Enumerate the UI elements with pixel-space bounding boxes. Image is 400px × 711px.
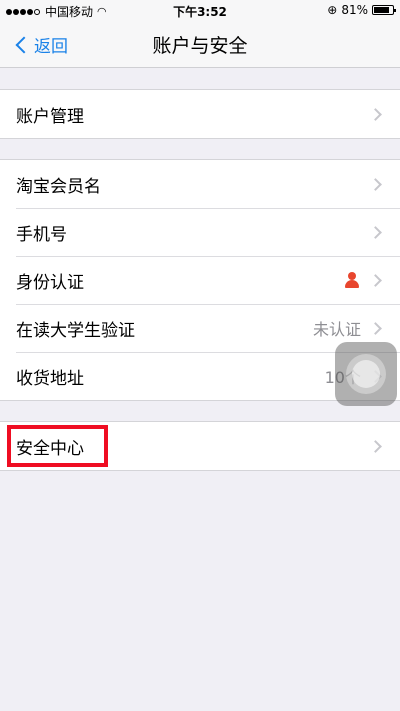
assistive-touch-button[interactable] [335,342,397,406]
settings-group-account: 账户管理 [0,89,400,139]
assistive-center-icon [352,360,380,388]
chevron-right-icon [369,177,382,191]
row-identity-verification[interactable]: 身份认证 [0,256,400,304]
navigation-bar: 返回 账户与安全 [0,20,400,68]
battery-icon [372,5,396,15]
chevron-right-icon [369,321,382,335]
verified-person-icon [345,272,359,288]
row-account-management[interactable]: 账户管理 [0,90,400,138]
chevron-right-icon [369,107,382,121]
row-phone-number[interactable]: 手机号 [0,208,400,256]
row-label: 淘宝会员名 [16,176,101,197]
page-title: 账户与安全 [152,35,248,57]
row-security-center[interactable]: 安全中心 [0,422,400,470]
row-value: 未认证 [312,320,361,339]
row-label: 手机号 [16,224,67,245]
row-label: 身份认证 [16,272,84,293]
status-bar: 中国移动 ◠ 下午3:52 ⊕ 81% [0,0,400,20]
battery-percent: 81% [341,3,368,17]
chevron-right-icon [369,439,382,453]
status-right: ⊕ 81% [327,3,396,17]
row-label: 收货地址 [16,368,84,389]
chevron-right-icon [369,273,382,287]
settings-group-security: 安全中心 [0,421,400,471]
row-label: 在读大学生验证 [16,320,135,341]
row-label: 账户管理 [16,106,84,127]
chevron-right-icon [369,225,382,239]
row-taobao-member-name[interactable]: 淘宝会员名 [0,160,400,208]
rotation-lock-icon: ⊕ [327,3,338,17]
row-label: 安全中心 [16,438,84,459]
